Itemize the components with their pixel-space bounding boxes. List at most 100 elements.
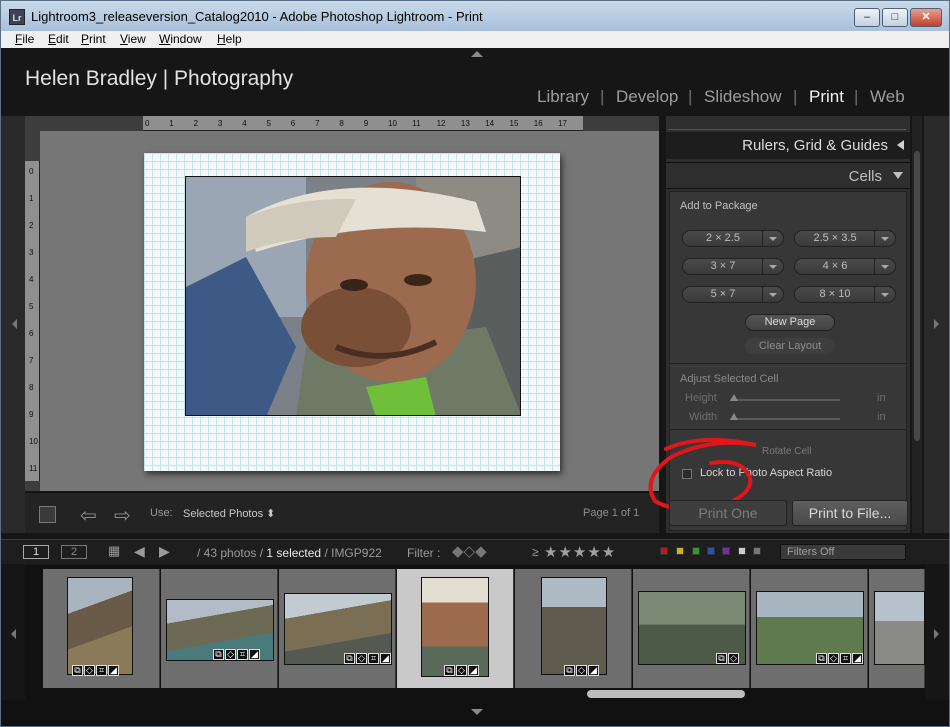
yellow-label-filter[interactable]: [676, 547, 684, 555]
menu-window[interactable]: Window: [159, 32, 202, 46]
height-slider-track[interactable]: [730, 399, 840, 401]
ruler-tick-label: 4: [29, 275, 34, 284]
menu-help[interactable]: Help: [217, 32, 242, 46]
blue-label-filter[interactable]: [707, 547, 715, 555]
module-web[interactable]: Web: [870, 87, 905, 107]
lightroom-window: Lr Lightroom3_releaseversion_Catalog2010…: [0, 0, 950, 727]
secondary-window-button[interactable]: 2: [61, 545, 87, 559]
page-view-toggle[interactable]: [39, 506, 56, 523]
rating-comparator[interactable]: ≥: [532, 545, 539, 559]
right-panel-toggle-icon[interactable]: [934, 319, 939, 329]
previous-page-icon[interactable]: ⇦: [80, 503, 97, 528]
ruler-tick-label: 6: [29, 329, 34, 338]
minimize-button[interactable]: –: [854, 8, 880, 27]
print-one-button[interactable]: Print One: [669, 500, 787, 526]
print-canvas: 0 1 2 3 4 5 6 7 8 9 10 11 12 13 14 15 16 17 0 1 2 3 4 5 6 7 8 9 10 1…: [25, 116, 659, 491]
ruler-tick-label: 11: [412, 119, 421, 128]
width-slider-thumb[interactable]: [730, 413, 738, 420]
width-slider-track[interactable]: [730, 418, 840, 420]
module-print[interactable]: Print: [809, 87, 844, 107]
dropdown-icon[interactable]: [762, 231, 783, 246]
height-slider-thumb[interactable]: [730, 394, 738, 401]
right-panel-scroll-thumb[interactable]: [914, 151, 920, 441]
next-page-icon[interactable]: ⇨: [114, 503, 131, 528]
size-8x10-button[interactable]: 8 × 10: [794, 286, 896, 303]
collapse-left-icon[interactable]: [897, 140, 904, 150]
ruler-tick-label: 5: [266, 119, 271, 128]
back-arrow-icon[interactable]: ◀: [134, 543, 145, 560]
size-2x2.5-button[interactable]: 2 × 2.5: [682, 230, 784, 247]
filmstrip: ⧉ ◇ ⌗ ◢ ⧉ ◇ ⌗ ◢ ⧉ ◇ ⌗ ◢ ⧉ ◇ ◢ ⧉ ◇ ◢ ⧉ ◇ ⧉ ◇ ⌗ ◢: [1, 565, 949, 726]
ruler-tick-label: 8: [29, 383, 34, 392]
forward-arrow-icon[interactable]: ▶: [159, 543, 170, 560]
lightroom-app-icon: Lr: [9, 9, 25, 25]
grid-view-icon[interactable]: ▦: [108, 543, 120, 559]
dropdown-icon[interactable]: [874, 287, 895, 302]
filter-preset-select[interactable]: Filters Off: [780, 544, 906, 560]
scroll-left-icon[interactable]: [11, 629, 16, 639]
close-button[interactable]: ✕: [910, 8, 942, 27]
size-3x7-button[interactable]: 3 × 7: [682, 258, 784, 275]
menu-print[interactable]: Print: [81, 32, 106, 46]
filmstrip-left-edge: [1, 565, 25, 700]
divider: [670, 429, 906, 430]
star-rating-filter[interactable]: ★★★★★: [544, 543, 616, 561]
primary-window-button[interactable]: 1: [23, 545, 49, 559]
filmstrip-thumbnail-6[interactable]: ⧉ ◇: [633, 569, 750, 688]
ruler-tick-label: 3: [29, 248, 34, 257]
width-unit: in: [877, 411, 886, 423]
dropdown-icon[interactable]: [762, 287, 783, 302]
module-develop[interactable]: Develop: [616, 87, 678, 107]
module-library[interactable]: Library: [537, 87, 589, 107]
dropdown-icon[interactable]: [874, 259, 895, 274]
filmstrip-scrollbar-thumb[interactable]: [587, 690, 745, 698]
photo-cell[interactable]: [185, 176, 521, 416]
menu-edit[interactable]: Edit: [48, 32, 69, 46]
filmstrip-thumbnail-7[interactable]: ⧉ ◇ ⌗ ◢: [751, 569, 868, 688]
size-2.5x3.5-button[interactable]: 2.5 × 3.5: [794, 230, 896, 247]
maximize-button[interactable]: □: [882, 8, 908, 27]
new-page-button[interactable]: New Page: [745, 314, 835, 331]
cells-header[interactable]: Cells: [666, 162, 910, 189]
filmstrip-thumbnail-2[interactable]: ⧉ ◇ ⌗ ◢: [161, 569, 278, 688]
filmstrip-thumbnail-1[interactable]: ⧉ ◇ ⌗ ◢: [43, 569, 160, 688]
ruler-left-scale: 0 1 2 3 4 5 6 7 8 9 10 11: [25, 161, 40, 481]
filmstrip-toolbar: 1 2 ▦ ◀ ▶ / 43 photos / 1 selected / IMG…: [1, 539, 949, 564]
portrait-photo: [186, 177, 520, 415]
filmstrip-thumbnail-8[interactable]: [869, 569, 925, 688]
bottom-panel-toggle-icon[interactable]: [471, 709, 483, 715]
use-label: Use:: [150, 507, 173, 519]
ruler-tick-label: 8: [339, 119, 344, 128]
size-label: 5 × 7: [710, 288, 736, 300]
use-selector[interactable]: Selected Photos ⬍: [183, 507, 275, 520]
dropdown-icon[interactable]: [874, 231, 895, 246]
ruler-tick-label: 2: [193, 119, 199, 128]
top-panel-toggle-icon[interactable]: [471, 51, 483, 57]
expand-down-icon[interactable]: [893, 172, 903, 179]
green-label-filter[interactable]: [692, 547, 700, 555]
left-panel-toggle-icon[interactable]: [12, 319, 17, 329]
size-4x6-button[interactable]: 4 × 6: [794, 258, 896, 275]
size-5x7-button[interactable]: 5 × 7: [682, 286, 784, 303]
red-label-filter[interactable]: [660, 547, 668, 555]
rulers-grid-guides-header[interactable]: Rulers, Grid & Guides: [666, 132, 910, 159]
clear-layout-button[interactable]: Clear Layout: [745, 338, 835, 354]
thumbnail-badges: ⧉ ◇ ⌗ ◢: [815, 653, 863, 665]
white-label-filter[interactable]: [738, 547, 746, 555]
selected-filename[interactable]: / IMGP922: [324, 546, 381, 560]
scroll-right-icon[interactable]: [934, 629, 939, 639]
menu-view[interactable]: View: [120, 32, 146, 46]
ruler-tick-label: 10: [388, 119, 397, 128]
size-label: 4 × 6: [822, 260, 848, 272]
module-slideshow[interactable]: Slideshow: [704, 87, 782, 107]
filmstrip-thumbnail-4-selected[interactable]: ⧉ ◇ ◢: [397, 569, 514, 688]
gray-label-filter[interactable]: [753, 547, 761, 555]
dropdown-icon[interactable]: [762, 259, 783, 274]
ruler-tick-label: 9: [363, 119, 369, 128]
print-to-file-button[interactable]: Print to File...: [792, 500, 908, 526]
filmstrip-thumbnail-3[interactable]: ⧉ ◇ ⌗ ◢: [279, 569, 396, 688]
menu-file[interactable]: File: [15, 32, 34, 46]
flag-filter-icons[interactable]: ◆◇◆: [452, 542, 487, 560]
purple-label-filter[interactable]: [722, 547, 730, 555]
filmstrip-thumbnail-5[interactable]: ⧉ ◇ ◢: [515, 569, 632, 688]
